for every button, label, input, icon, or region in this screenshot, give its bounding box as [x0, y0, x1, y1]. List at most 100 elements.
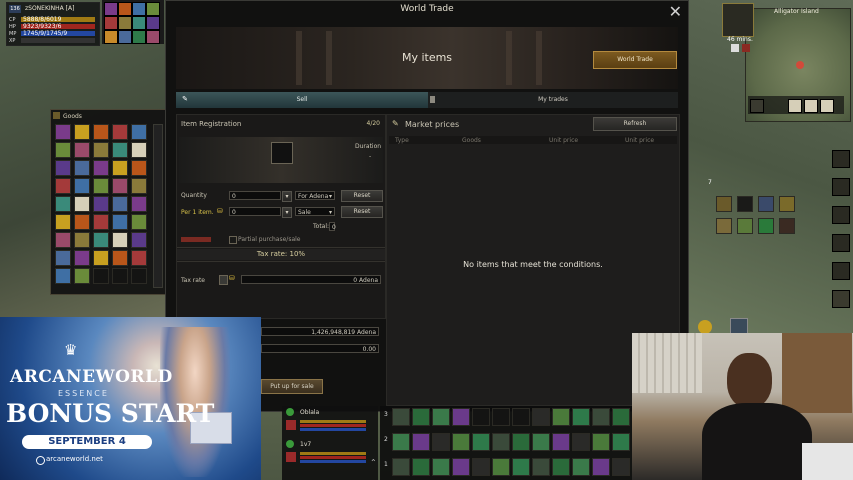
hotbar-slot[interactable] [512, 458, 530, 476]
quantity-field[interactable]: 0 [229, 191, 281, 200]
hotbar-slot[interactable] [592, 458, 610, 476]
goods-slot[interactable] [131, 268, 147, 284]
goods-slot[interactable] [74, 232, 90, 248]
map-tool-icon[interactable] [750, 99, 764, 113]
mode-select[interactable]: Sale ▾ [295, 207, 335, 216]
hotbar-slot[interactable] [412, 408, 430, 426]
close-icon[interactable]: ✕ [669, 2, 682, 21]
inventory-slot[interactable] [716, 196, 732, 212]
inventory-slot[interactable] [737, 218, 753, 234]
goods-slot[interactable] [55, 268, 71, 284]
inventory-slot[interactable] [779, 196, 795, 212]
goods-slot[interactable] [93, 250, 109, 266]
hotbar-slot[interactable] [612, 433, 630, 451]
hotbar-slot[interactable] [392, 458, 410, 476]
hotbar-slot[interactable] [592, 433, 610, 451]
per-item-price-field[interactable]: 0 [229, 207, 281, 216]
goods-slot[interactable] [131, 196, 147, 212]
hotbar-slot[interactable] [432, 433, 450, 451]
goods-slot[interactable] [74, 160, 90, 176]
goods-slot[interactable] [131, 250, 147, 266]
menu-icon[interactable] [832, 206, 850, 224]
hotbar-slot[interactable] [472, 433, 490, 451]
world-trade-button[interactable]: World Trade [593, 51, 677, 69]
player-status-frame[interactable]: 136 zSONEKINHA [A] 5888/8/6019 9323/9323… [6, 2, 100, 46]
hotbar-slot[interactable] [492, 458, 510, 476]
inventory-slot[interactable] [758, 218, 774, 234]
goods-scrollbar[interactable] [153, 124, 163, 288]
goods-slot[interactable] [93, 160, 109, 176]
price-stepper[interactable]: ▾ [282, 207, 292, 218]
map-tool-icon[interactable] [804, 99, 818, 113]
menu-icon[interactable] [832, 290, 850, 308]
goods-slot[interactable] [74, 178, 90, 194]
hotbar-slot[interactable] [432, 408, 450, 426]
goods-slot[interactable] [55, 178, 71, 194]
hotbar-slot[interactable] [612, 458, 630, 476]
chevron-up-icon[interactable]: ⌃ [370, 458, 377, 467]
inventory-slot[interactable] [758, 196, 774, 212]
hotbar-slot[interactable] [532, 408, 550, 426]
item-drop-slot[interactable] [271, 142, 293, 164]
hotbar-slot[interactable] [592, 408, 610, 426]
hotbar-slot[interactable] [572, 433, 590, 451]
tax-info-icon[interactable] [219, 275, 228, 285]
goods-slot[interactable] [55, 250, 71, 266]
goods-slot[interactable] [131, 142, 147, 158]
goods-slot[interactable] [93, 196, 109, 212]
goods-slot[interactable] [74, 124, 90, 140]
goods-slot[interactable] [112, 142, 128, 158]
hotbar-slot[interactable] [612, 408, 630, 426]
tab-my-trades[interactable]: My trades [428, 92, 678, 108]
hotbar-slot[interactable] [412, 458, 430, 476]
goods-slot[interactable] [55, 142, 71, 158]
hotbar-slot[interactable] [412, 433, 430, 451]
hotbar-slot[interactable] [572, 408, 590, 426]
put-up-for-sale-button[interactable]: Put up for sale [261, 379, 323, 394]
menu-icon[interactable] [832, 234, 850, 252]
goods-slot[interactable] [112, 232, 128, 248]
hotbar-slot[interactable] [552, 408, 570, 426]
hotbar-slot[interactable] [532, 433, 550, 451]
inventory-slot[interactable] [737, 196, 753, 212]
hotbar-slot[interactable] [392, 408, 410, 426]
hotbar-slot[interactable] [572, 458, 590, 476]
goods-slot[interactable] [93, 142, 109, 158]
hotbar-slot[interactable] [512, 408, 530, 426]
goods-window[interactable]: Goods [50, 109, 166, 295]
goods-slot[interactable] [131, 232, 147, 248]
goods-slot[interactable] [112, 214, 128, 230]
hotbar-slot[interactable] [552, 458, 570, 476]
goods-slot[interactable] [112, 178, 128, 194]
menu-icon[interactable] [832, 150, 850, 168]
hotbar-slot[interactable] [452, 433, 470, 451]
goods-slot[interactable] [55, 160, 71, 176]
hotbar-slot[interactable] [472, 458, 490, 476]
hotbar-slot[interactable] [452, 408, 470, 426]
menu-icon[interactable] [832, 262, 850, 280]
goods-slot[interactable] [112, 196, 128, 212]
party-frame[interactable]: Oblala 1v7 ⌃ [282, 406, 378, 480]
inventory-slot[interactable] [779, 218, 795, 234]
hotbar-slot[interactable] [512, 433, 530, 451]
goods-slot[interactable] [74, 250, 90, 266]
partial-checkbox[interactable] [229, 236, 237, 244]
inventory-slot[interactable] [716, 218, 732, 234]
quantity-reset-button[interactable]: Reset [341, 190, 383, 202]
quantity-stepper[interactable]: ▾ [282, 191, 292, 202]
goods-slot[interactable] [93, 268, 109, 284]
goods-slot[interactable] [131, 160, 147, 176]
goods-slot[interactable] [55, 124, 71, 140]
goods-slot[interactable] [131, 124, 147, 140]
goods-slot[interactable] [74, 214, 90, 230]
event-icon[interactable] [722, 3, 754, 37]
zoom-in-button[interactable] [731, 44, 739, 52]
goods-slot[interactable] [112, 250, 128, 266]
refresh-button[interactable]: Refresh [593, 117, 677, 131]
goods-slot[interactable] [112, 124, 128, 140]
currency-select[interactable]: For Adena ▾ [295, 191, 335, 200]
goods-slot[interactable] [112, 160, 128, 176]
price-reset-button[interactable]: Reset [341, 206, 383, 218]
zoom-out-button[interactable] [742, 44, 750, 52]
goods-slot[interactable] [74, 196, 90, 212]
